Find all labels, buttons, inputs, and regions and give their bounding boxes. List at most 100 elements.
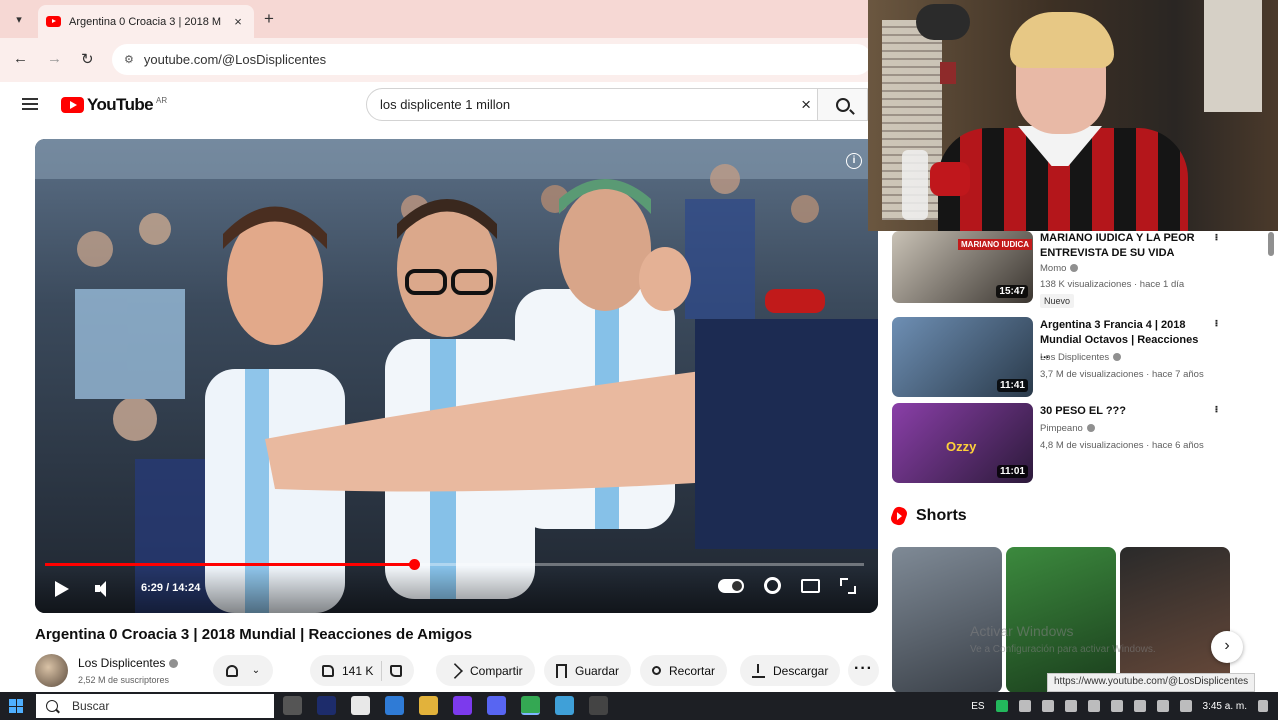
download-button[interactable]: Descargar <box>740 655 841 686</box>
recommendation-channel[interactable]: Momo <box>1040 263 1066 274</box>
country-code: AR <box>156 95 168 105</box>
shorts-heading: Shorts <box>889 505 967 527</box>
progress-bar[interactable] <box>45 559 864 570</box>
network-icon[interactable] <box>1087 700 1100 712</box>
taskbar-apps <box>283 696 608 715</box>
more-options-icon[interactable]: ··· <box>1209 233 1224 240</box>
tray-icon[interactable] <box>1179 700 1192 712</box>
address-bar[interactable]: ⚙ youtube.com/@LosDisplicentes <box>112 44 872 75</box>
tray-icon[interactable] <box>1041 700 1054 712</box>
cam-bottle <box>902 150 928 220</box>
clear-search-icon[interactable]: × <box>801 95 811 115</box>
recommendation-title[interactable]: 30 PESO EL ??? <box>1040 404 1210 419</box>
recommendation-item[interactable]: 11:41 Argentina 3 Francia 4 | 2018 Mundi… <box>892 317 1232 397</box>
progress-played <box>45 563 414 566</box>
recommendation-thumbnail[interactable]: Ozzy 11:01 <box>892 403 1033 483</box>
recommendation-item[interactable]: MARIANO IUDICA 15:47 MARIANO IUDICA Y LA… <box>892 231 1232 308</box>
discord-icon[interactable] <box>487 696 506 715</box>
recommendation-item[interactable]: Ozzy 11:01 30 PESO EL ??? Pimpeano 4,8 M… <box>892 403 1232 483</box>
app-icon[interactable] <box>351 696 370 715</box>
video-frame <box>35 139 878 613</box>
verified-icon <box>1113 353 1122 362</box>
reload-icon[interactable]: ↻ <box>81 50 94 68</box>
tab-title: Argentina 0 Croacia 3 | 2018 M <box>69 15 222 28</box>
video-duration: 15:47 <box>996 285 1028 298</box>
taskbar-search-input[interactable]: Buscar <box>36 694 274 718</box>
clip-button[interactable]: Recortar <box>640 655 728 686</box>
more-options-icon[interactable]: ··· <box>1209 319 1224 326</box>
thumbs-down-icon[interactable] <box>390 664 403 677</box>
settings-gear-icon[interactable] <box>764 577 781 594</box>
more-actions-button[interactable]: ··· <box>848 655 879 686</box>
task-view-icon[interactable] <box>283 696 302 715</box>
cam-microphone <box>916 4 970 40</box>
windows-start-icon[interactable] <box>9 699 23 713</box>
miniplayer-icon[interactable] <box>801 578 820 593</box>
share-label: Compartir <box>470 663 523 678</box>
volume-icon[interactable] <box>1110 700 1123 712</box>
sidebar-scrollbar[interactable] <box>1268 232 1274 256</box>
more-options-icon[interactable]: ··· <box>1209 405 1224 412</box>
shorts-next-icon[interactable]: › <box>1211 631 1243 663</box>
like-count[interactable]: 141 K <box>342 664 373 678</box>
site-settings-icon[interactable]: ⚙ <box>124 53 134 66</box>
recommendation-thumbnail[interactable]: MARIANO IUDICA 15:47 <box>892 231 1033 303</box>
channel-name[interactable]: Los Displicentes <box>78 656 165 670</box>
cam-curtain <box>1204 0 1262 112</box>
file-explorer-icon[interactable] <box>419 696 438 715</box>
player-time: 6:29 / 14:24 <box>141 582 201 594</box>
forward-arrow-icon[interactable]: → <box>47 50 62 67</box>
microphone-icon[interactable] <box>1064 700 1077 712</box>
clock[interactable]: 3:45 a. m. <box>1203 701 1247 712</box>
app-icon[interactable] <box>453 696 472 715</box>
recommendation-channel[interactable]: Pimpeano <box>1040 423 1083 434</box>
app-icon[interactable] <box>555 696 574 715</box>
close-tab-icon[interactable]: × <box>230 14 246 29</box>
channel-avatar[interactable] <box>35 654 68 687</box>
obs-icon[interactable] <box>589 696 608 715</box>
new-tab-icon[interactable]: + <box>264 9 274 29</box>
search-input[interactable]: los displicente 1 millon × <box>366 88 818 121</box>
clip-label: Recortar <box>669 663 716 678</box>
fullscreen-icon[interactable] <box>840 577 856 594</box>
short-thumbnail[interactable] <box>1006 547 1116 693</box>
volume-icon[interactable] <box>95 580 115 598</box>
tab-search-icon[interactable]: ▾ <box>8 8 30 30</box>
video-title: Argentina 0 Croacia 3 | 2018 Mundial | R… <box>35 626 473 643</box>
back-arrow-icon[interactable]: ← <box>13 50 28 67</box>
search-button[interactable] <box>818 88 868 121</box>
youtube-header: YouTube AR los displicente 1 millon × <box>0 82 868 134</box>
menu-icon[interactable] <box>22 98 38 110</box>
channel-name-row[interactable]: Los Displicentes <box>78 656 179 670</box>
active-tab[interactable]: Argentina 0 Croacia 3 | 2018 M × <box>38 5 254 38</box>
share-button[interactable]: Compartir <box>436 655 535 686</box>
notifications-button[interactable]: ⌄ <box>213 655 273 686</box>
whatsapp-icon[interactable] <box>995 700 1008 712</box>
shorts-icon <box>889 505 909 527</box>
recommendation-thumbnail[interactable]: 11:41 <box>892 317 1033 397</box>
recommendation-channel[interactable]: Los Displicentes <box>1040 352 1109 363</box>
short-thumbnail[interactable] <box>1120 547 1230 693</box>
activate-windows-title: Activar Windows <box>970 623 1074 639</box>
video-player[interactable]: i 6:29 / 14:24 <box>35 139 878 613</box>
chrome-icon[interactable] <box>521 696 540 715</box>
info-icon[interactable]: i <box>846 153 862 169</box>
play-icon[interactable] <box>55 581 69 597</box>
windows-taskbar: Buscar ES 3:45 a. m. <box>0 692 1278 720</box>
short-thumbnail[interactable] <box>892 547 1002 693</box>
tray-icon[interactable] <box>1133 700 1146 712</box>
keyboard-icon[interactable] <box>1156 700 1169 712</box>
verified-icon <box>1086 424 1095 433</box>
tray-icon[interactable] <box>1018 700 1031 712</box>
autoplay-toggle[interactable] <box>718 578 744 593</box>
youtube-logo[interactable]: YouTube AR <box>61 95 167 115</box>
app-icon[interactable] <box>385 696 404 715</box>
save-button[interactable]: Guardar <box>544 655 632 686</box>
recommendation-title[interactable]: MARIANO IUDICA Y LA PEOR ENTREVISTA DE S… <box>1040 231 1210 261</box>
recommendation-meta: 4,8 M de visualizaciones · hace 6 años <box>1040 440 1204 451</box>
thumbs-up-icon[interactable] <box>322 664 334 677</box>
language-indicator[interactable]: ES <box>971 701 984 712</box>
photoshop-icon[interactable] <box>317 696 336 715</box>
notifications-icon[interactable] <box>1258 700 1268 712</box>
shorts-title: Shorts <box>916 507 967 524</box>
